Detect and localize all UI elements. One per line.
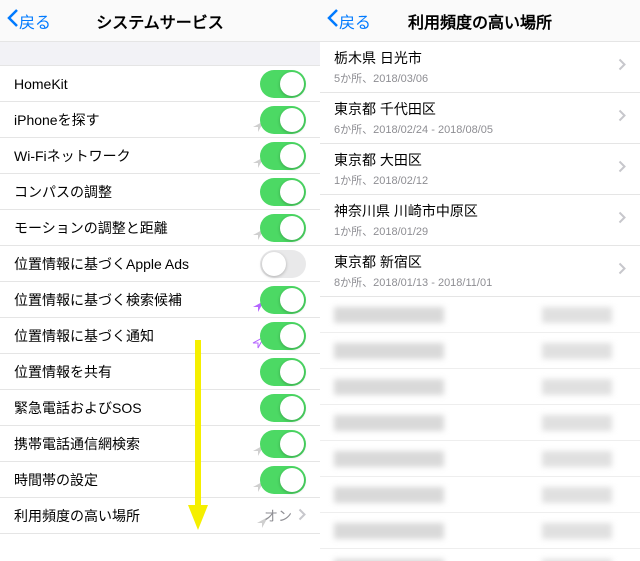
settings-row: 時間帯の設定 [0,462,320,498]
chevron-right-icon [298,508,306,524]
toggle-switch[interactable] [260,214,306,242]
settings-row: 位置情報に基づく通知 [0,318,320,354]
row-label: 位置情報を共有 [14,362,260,382]
row-label: 緊急電話およびSOS [14,398,260,418]
chevron-left-icon [326,8,339,33]
section-gap [0,42,320,66]
toggle-switch[interactable] [260,394,306,422]
row-label: 携帯電話通信網検索 [14,434,252,454]
row-label: 位置情報に基づく検索候補 [14,290,252,310]
row-label: 利用頻度の高い場所 [14,506,256,526]
back-button[interactable]: 戻る [320,8,371,33]
location-title: 栃木県 日光市 [334,48,612,68]
blurred-row [320,549,640,561]
settings-row: モーションの調整と距離 [0,210,320,246]
location-row[interactable]: 東京都 新宿区 8か所、2018/01/13 - 2018/11/01 [320,246,640,297]
row-label: 位置情報に基づくApple Ads [14,254,260,274]
location-title: 東京都 大田区 [334,150,612,170]
toggle-switch[interactable] [260,358,306,386]
toggle-switch[interactable] [260,70,306,98]
settings-row: 位置情報に基づくApple Ads [0,246,320,282]
blurred-row [320,297,640,333]
settings-list: HomeKit iPhoneを探す Wi-Fiネットワーク コンパスの調整 モー… [0,66,320,534]
back-label: 戻る [339,9,371,33]
location-subtitle: 8か所、2018/01/13 - 2018/11/01 [334,274,612,290]
location-row[interactable]: 神奈川県 川崎市中原区 1か所、2018/01/29 [320,195,640,246]
location-row[interactable]: 東京都 大田区 1か所、2018/02/12 [320,144,640,195]
settings-row: 位置情報に基づく検索候補 [0,282,320,318]
location-row[interactable]: 東京都 千代田区 6か所、2018/02/24 - 2018/08/05 [320,93,640,144]
settings-row: コンパスの調整 [0,174,320,210]
row-label: モーションの調整と距離 [14,218,252,238]
chevron-right-icon [618,58,626,76]
row-label: コンパスの調整 [14,182,260,202]
toggle-switch[interactable] [260,106,306,134]
toggle-switch[interactable] [260,250,306,278]
toggle-switch[interactable] [260,286,306,314]
left-panel: 戻る システムサービス HomeKit iPhoneを探す Wi-Fiネットワー… [0,0,320,561]
location-title: 東京都 千代田区 [334,99,612,119]
back-button[interactable]: 戻る [0,8,51,33]
row-label: 位置情報に基づく通知 [14,326,252,346]
toggle-switch[interactable] [260,178,306,206]
settings-row: 位置情報を共有 [0,354,320,390]
row-label: HomeKit [14,76,260,92]
blurred-row [320,405,640,441]
back-label: 戻る [19,9,51,33]
settings-row: 携帯電話通信網検索 [0,426,320,462]
blurred-row [320,441,640,477]
chevron-right-icon [618,262,626,280]
location-title: 東京都 新宿区 [334,252,612,272]
nav-bar: 戻る 利用頻度の高い場所 [320,0,640,42]
settings-row: iPhoneを探す [0,102,320,138]
location-subtitle: 6か所、2018/02/24 - 2018/08/05 [334,121,612,137]
blurred-row [320,477,640,513]
location-title: 神奈川県 川崎市中原区 [334,201,612,221]
toggle-switch[interactable] [260,322,306,350]
row-value: オン [264,506,292,526]
row-label: Wi-Fiネットワーク [14,146,252,166]
settings-row: HomeKit [0,66,320,102]
chevron-right-icon [618,109,626,127]
row-label: iPhoneを探す [14,110,252,130]
right-panel: 戻る 利用頻度の高い場所 栃木県 日光市 5か所、2018/03/06 東京都 … [320,0,640,561]
row-label: 時間帯の設定 [14,470,252,490]
toggle-switch[interactable] [260,466,306,494]
blurred-row [320,333,640,369]
blurred-row [320,369,640,405]
blurred-row [320,513,640,549]
significant-locations-row[interactable]: 利用頻度の高い場所 オン [0,498,320,534]
location-subtitle: 1か所、2018/01/29 [334,223,612,239]
location-row[interactable]: 栃木県 日光市 5か所、2018/03/06 [320,42,640,93]
toggle-switch[interactable] [260,142,306,170]
toggle-switch[interactable] [260,430,306,458]
chevron-left-icon [6,8,19,33]
nav-bar: 戻る システムサービス [0,0,320,42]
chevron-right-icon [618,160,626,178]
location-subtitle: 5か所、2018/03/06 [334,70,612,86]
locations-list: 栃木県 日光市 5か所、2018/03/06 東京都 千代田区 6か所、2018… [320,42,640,297]
settings-row: Wi-Fiネットワーク [0,138,320,174]
settings-row: 緊急電話およびSOS [0,390,320,426]
chevron-right-icon [618,211,626,229]
location-subtitle: 1か所、2018/02/12 [334,172,612,188]
blurred-list [320,297,640,561]
